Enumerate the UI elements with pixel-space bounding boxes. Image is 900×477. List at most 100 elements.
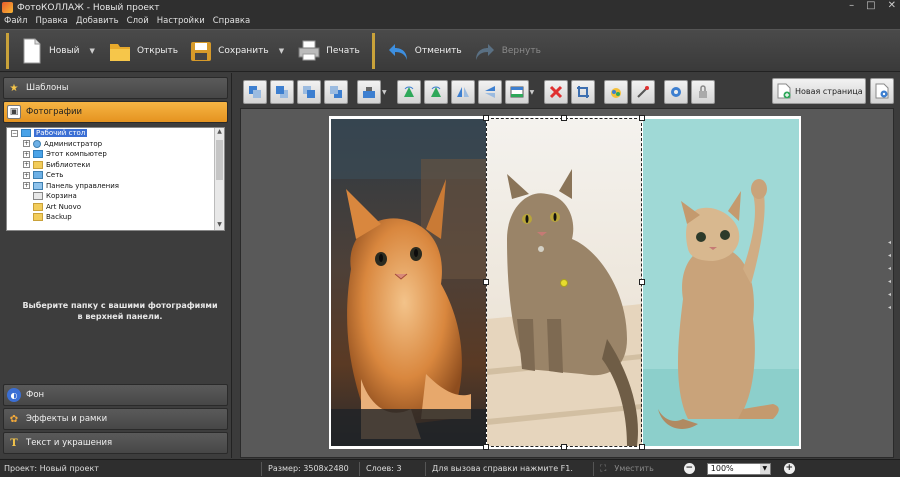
menu-file[interactable]: Файл — [0, 15, 31, 29]
background-label: Фон — [26, 390, 45, 400]
text-label: Текст и украшения — [26, 438, 113, 448]
zoom-out-button[interactable]: − — [683, 463, 695, 474]
resize-handle[interactable] — [639, 279, 645, 285]
menu-add[interactable]: Добавить — [72, 15, 123, 29]
menu-help[interactable]: Справка — [209, 15, 254, 29]
tree-item[interactable]: + Этот компьютер — [7, 149, 224, 160]
zoom-select[interactable]: 100% ▼ — [706, 462, 771, 475]
crop-button[interactable] — [571, 80, 596, 104]
libraries-icon — [33, 160, 43, 169]
folder-hint: Выберите папку с вашими фотографиями в в… — [22, 301, 218, 321]
flip-horizontal-button[interactable] — [450, 80, 475, 104]
photos-label: Фотографии — [26, 107, 83, 117]
collage-photo[interactable] — [643, 119, 799, 446]
folder-tree[interactable]: − Рабочий стол + Администратор + Этот ко… — [6, 127, 225, 231]
layers-label: Слоев: — [366, 464, 394, 473]
recycle-bin-icon — [33, 192, 43, 201]
collage-photo[interactable] — [331, 119, 486, 446]
tree-item[interactable]: Корзина — [7, 191, 224, 202]
delete-button[interactable] — [544, 80, 569, 104]
crop-icon — [577, 86, 590, 98]
effects-section[interactable]: ✿ Эффекты и рамки — [3, 408, 228, 430]
menu-layer[interactable]: Слой — [123, 15, 153, 29]
resize-handle[interactable] — [483, 115, 489, 121]
background-section[interactable]: ◐ Фон — [3, 384, 228, 406]
zoom-value: 100% — [710, 464, 734, 473]
text-section[interactable]: T Текст и украшения — [3, 432, 228, 454]
tree-scrollbar[interactable]: ▲ ▼ — [214, 128, 224, 230]
scroll-up-icon[interactable]: ▲ — [215, 128, 224, 137]
templates-section[interactable]: ★ Шаблоны — [3, 77, 228, 99]
align-button[interactable] — [357, 80, 381, 104]
canvas-workspace[interactable]: ◂ ◂ ◂ ◂ ◂ ◂ — [240, 108, 894, 458]
print-label: Печать — [326, 45, 360, 56]
resize-handle[interactable] — [483, 279, 489, 285]
flip-vertical-button[interactable] — [477, 80, 502, 104]
resize-handle[interactable] — [639, 115, 645, 121]
expand-icon[interactable]: + — [23, 171, 30, 179]
redo-arrow-icon — [475, 43, 494, 60]
layout-button[interactable] — [504, 80, 529, 104]
align-dropdown-icon[interactable]: ▼ — [382, 89, 387, 96]
redo-button[interactable]: Вернуть — [468, 33, 547, 69]
rotation-center-handle[interactable] — [560, 279, 568, 287]
expand-icon[interactable]: + — [23, 182, 30, 190]
effects-button[interactable] — [631, 80, 656, 104]
app-window: ФотоКОЛЛАЖ - Новый проект – □ ✕ Файл Пра… — [0, 0, 900, 477]
resize-handle[interactable] — [561, 444, 567, 450]
expand-icon[interactable]: + — [23, 161, 30, 169]
desktop-icon — [21, 129, 31, 138]
bring-to-front-button[interactable] — [243, 80, 267, 104]
zoom-in-button[interactable]: + — [783, 463, 795, 474]
print-button[interactable]: Печать — [292, 33, 366, 69]
photos-section[interactable]: ▣ Фотографии — [3, 101, 228, 123]
resize-handle[interactable] — [483, 444, 489, 450]
tree-item[interactable]: Art Nuovo — [7, 202, 224, 213]
expand-icon[interactable]: + — [23, 140, 30, 148]
menu-settings[interactable]: Настройки — [153, 15, 209, 29]
settings-button[interactable] — [664, 80, 689, 104]
save-button[interactable]: Сохранить — [184, 33, 275, 69]
side-panel-toggle[interactable]: ◂ ◂ ◂ ◂ ◂ ◂ — [888, 239, 891, 311]
lock-button[interactable] — [691, 80, 716, 104]
collapse-icon[interactable]: − — [11, 129, 18, 137]
bring-forward-button[interactable] — [270, 80, 294, 104]
undo-button[interactable]: Отменить — [381, 33, 468, 69]
tree-item[interactable]: − Рабочий стол — [7, 128, 224, 139]
background-icon: ◐ — [7, 388, 21, 402]
minimize-button[interactable]: – — [849, 0, 854, 11]
new-button[interactable]: Новый — [15, 33, 86, 69]
tree-item[interactable]: + Администратор — [7, 139, 224, 150]
maximize-button[interactable]: □ — [866, 0, 875, 11]
tree-item-label: Этот компьютер — [46, 150, 107, 159]
scroll-down-icon[interactable]: ▼ — [215, 221, 224, 230]
tree-item-label: Backup — [46, 213, 72, 222]
tree-item[interactable]: + Сеть — [7, 170, 224, 181]
layout-dropdown-icon[interactable]: ▼ — [530, 89, 535, 96]
resize-handle[interactable] — [561, 115, 567, 121]
close-button[interactable]: ✕ — [888, 0, 896, 11]
new-dropdown-icon[interactable]: ▼ — [90, 47, 95, 55]
menu-edit[interactable]: Правка — [31, 15, 71, 29]
folder-icon — [33, 213, 43, 222]
color-button[interactable] — [604, 80, 629, 104]
tree-item[interactable]: + Панель управления — [7, 181, 224, 192]
page-settings-button[interactable] — [870, 78, 894, 104]
folder-icon — [33, 202, 43, 211]
open-button[interactable]: Открыть — [103, 33, 184, 69]
fit-button[interactable]: ⛶ Уместить — [600, 464, 654, 474]
collage-page[interactable] — [329, 115, 801, 450]
scroll-thumb[interactable] — [216, 140, 223, 180]
tree-item[interactable]: + Библиотеки — [7, 160, 224, 171]
resize-handle[interactable] — [639, 444, 645, 450]
toolbar-separator — [6, 32, 9, 69]
rotate-left-button[interactable] — [396, 80, 421, 104]
zoom-dropdown-icon[interactable]: ▼ — [759, 463, 770, 474]
expand-icon[interactable]: + — [23, 150, 30, 158]
new-page-button[interactable]: Новая страница — [772, 78, 866, 104]
save-dropdown-icon[interactable]: ▼ — [279, 47, 284, 55]
send-backward-button[interactable] — [297, 80, 321, 104]
tree-item[interactable]: Backup — [7, 212, 224, 223]
rotate-right-button[interactable] — [423, 80, 448, 104]
send-to-back-button[interactable] — [324, 80, 348, 104]
